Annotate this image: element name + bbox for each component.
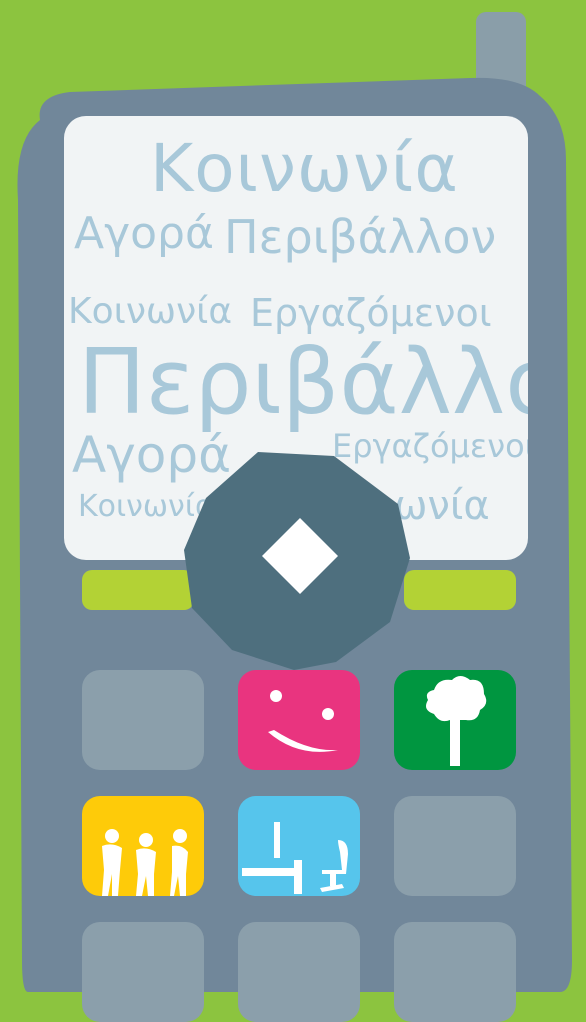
dpad-button[interactable] [184,446,410,672]
keypad-key-1[interactable] [82,670,204,770]
right-softkey[interactable] [404,570,516,610]
keypad-key-8[interactable] [238,922,360,1022]
keypad-key-society[interactable] [238,670,360,770]
word-employees: Εργαζόμενοι [250,291,492,335]
word-market: Αγορά [74,208,214,259]
left-softkey[interactable] [82,570,194,610]
keypad-key-9[interactable] [394,922,516,1022]
word-society: Κοινωνία [150,130,459,207]
smiley-face-icon [268,690,338,752]
keypad-key-7[interactable] [82,922,204,1022]
word-environment: Περιβάλλον [78,330,528,435]
tree-icon [426,676,487,766]
office-desk-icon [242,822,348,894]
word-environment: Περιβάλλον [224,210,497,264]
keypad-key-employees[interactable] [82,796,204,896]
keypad-key-market[interactable] [238,796,360,896]
keypad-key-environment[interactable] [394,670,516,770]
keypad-key-6[interactable] [394,796,516,896]
people-group-icon [102,829,188,896]
word-society: Κοινωνία [68,291,233,332]
